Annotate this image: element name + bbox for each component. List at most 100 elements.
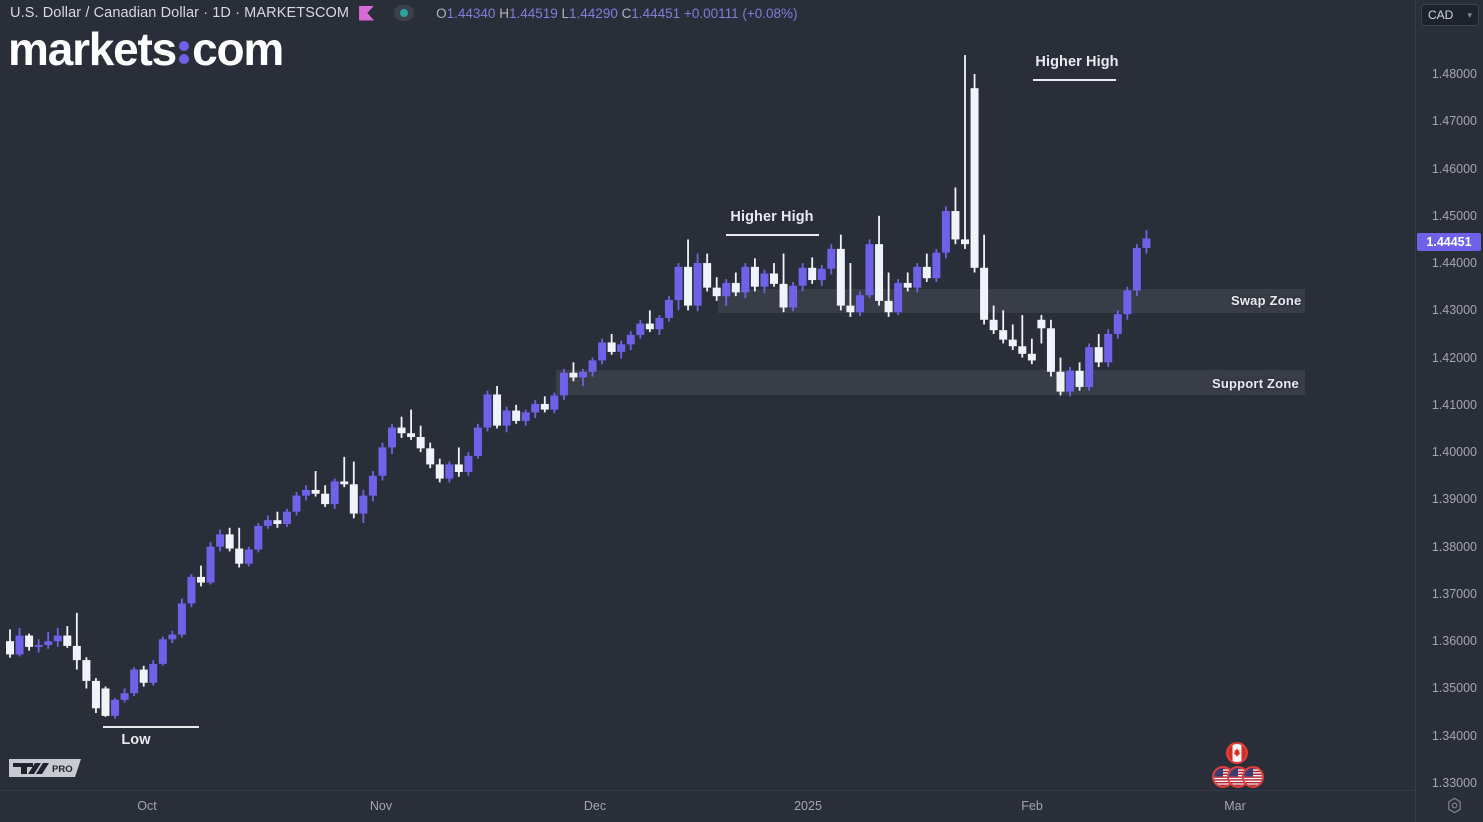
price-tick: 1.38000 xyxy=(1431,539,1477,554)
time-scale[interactable]: Oct Nov Dec 2025 Feb Mar xyxy=(0,790,1415,822)
higher-high-1-annotation-line[interactable] xyxy=(726,234,819,236)
candle-body xyxy=(130,669,139,694)
candle-body xyxy=(44,641,53,645)
candle-body xyxy=(645,323,654,330)
candle-body xyxy=(464,455,473,472)
candle-body xyxy=(789,285,798,308)
candle-body xyxy=(703,263,712,288)
axis-settings-icon[interactable] xyxy=(1446,797,1463,814)
candlestick-chart[interactable]: Swap Zone Support Zone Low Higher High Highe… xyxy=(0,26,1415,790)
candle-body xyxy=(34,644,43,647)
time-tick: 2025 xyxy=(794,799,822,813)
higher-high-2-annotation-text: Higher High xyxy=(1035,54,1119,70)
candle-body xyxy=(407,433,416,438)
candle-body xyxy=(941,211,950,253)
candle-body xyxy=(1094,347,1103,363)
candle-body xyxy=(798,267,807,286)
candle-wick xyxy=(964,55,966,249)
candle-body xyxy=(684,266,693,306)
candle-body xyxy=(540,403,549,410)
candle-body xyxy=(636,323,645,335)
flag-usa-3[interactable] xyxy=(1242,766,1264,788)
candle-body xyxy=(1027,353,1036,361)
candle-body xyxy=(569,372,578,378)
candle-body xyxy=(177,603,186,635)
higher-high-1-annotation-text: Higher High xyxy=(730,209,814,225)
support-zone[interactable] xyxy=(556,370,1305,395)
symbol-title[interactable]: U.S. Dollar / Canadian Dollar · 1D · MAR… xyxy=(10,5,349,21)
ohlc-close-value: 1.44451 xyxy=(631,5,681,21)
candle-wick xyxy=(906,272,909,292)
candle-body xyxy=(531,403,540,413)
candle-body xyxy=(741,266,750,293)
time-tick: Oct xyxy=(137,799,157,813)
candle-wick xyxy=(457,447,460,477)
country-flag-markers[interactable] xyxy=(1212,742,1268,790)
currency-value: CAD xyxy=(1428,8,1454,22)
time-tick: Mar xyxy=(1224,799,1246,813)
candle-body xyxy=(664,299,673,318)
ohlc-high-value: 1.44519 xyxy=(508,5,558,21)
flag-canada[interactable] xyxy=(1226,742,1248,764)
candle-body xyxy=(435,464,444,479)
market-open-dot xyxy=(400,9,409,17)
candle-body xyxy=(197,576,205,583)
ohlc-high-label: H xyxy=(499,5,509,21)
candle-body xyxy=(760,273,769,287)
candle-body xyxy=(674,266,683,300)
candle-body xyxy=(1085,347,1094,387)
candle-body xyxy=(913,266,922,288)
candle-body xyxy=(731,282,740,293)
candle-body xyxy=(368,475,377,496)
price-tick: 1.36000 xyxy=(1431,634,1477,649)
candle-body xyxy=(1008,339,1017,347)
candle-body xyxy=(120,693,129,700)
support-zone-label: Support Zone xyxy=(1212,376,1299,391)
annotation-lines xyxy=(103,79,1116,728)
candle-body xyxy=(1123,290,1132,315)
chart-canvas xyxy=(6,55,1305,728)
swap-zone-label: Swap Zone xyxy=(1231,293,1302,308)
candle-body xyxy=(493,394,502,426)
price-tick: 1.40000 xyxy=(1431,445,1477,460)
candle-body xyxy=(693,263,702,306)
candle-body xyxy=(770,273,778,284)
candle-body xyxy=(416,437,425,449)
time-tick: Feb xyxy=(1021,799,1043,813)
swap-zone[interactable] xyxy=(718,289,1305,313)
price-tick: 1.37000 xyxy=(1431,586,1477,601)
candle-body xyxy=(311,489,320,494)
ohlc-close-label: C xyxy=(621,5,632,21)
candle-body xyxy=(187,576,196,604)
candle-body xyxy=(626,334,635,345)
currency-selector[interactable]: CAD ▾ xyxy=(1421,4,1479,26)
candle-body xyxy=(397,427,406,434)
ohlc-low-value: 1.44290 xyxy=(569,5,618,21)
candle-body xyxy=(1046,328,1055,372)
candle-body xyxy=(512,410,521,421)
price-tick: 1.43000 xyxy=(1431,303,1477,318)
candle-body xyxy=(712,287,721,297)
candle-wick xyxy=(1040,315,1043,344)
ohlc-change-percent: (+0.08%) xyxy=(742,5,798,21)
candle-body xyxy=(1056,371,1065,392)
candle-body xyxy=(970,88,979,268)
price-tick: 1.35000 xyxy=(1431,681,1477,696)
price-tick: 1.48000 xyxy=(1431,67,1477,81)
tradingview-pro-badge[interactable]: PRO xyxy=(7,757,83,784)
candle-body xyxy=(855,295,864,313)
candle-body xyxy=(808,267,817,281)
candle-body xyxy=(302,489,311,496)
candle-body xyxy=(6,641,14,655)
candle-body xyxy=(388,427,396,448)
price-tick: 1.41000 xyxy=(1431,397,1477,412)
candle-body xyxy=(1037,319,1046,329)
candle-body xyxy=(521,412,530,421)
price-scale[interactable]: CAD ▾ 1.48000 1.47000 1.46000 1.45000 1.4400… xyxy=(1415,0,1483,822)
higher-high-2-annotation-line[interactable] xyxy=(1033,79,1116,81)
candle-body xyxy=(321,493,330,505)
low-annotation-line[interactable] xyxy=(103,726,199,728)
candle-body xyxy=(235,548,244,564)
candle-body xyxy=(273,520,282,524)
ohlc-open-value: 1.44340 xyxy=(446,5,496,21)
